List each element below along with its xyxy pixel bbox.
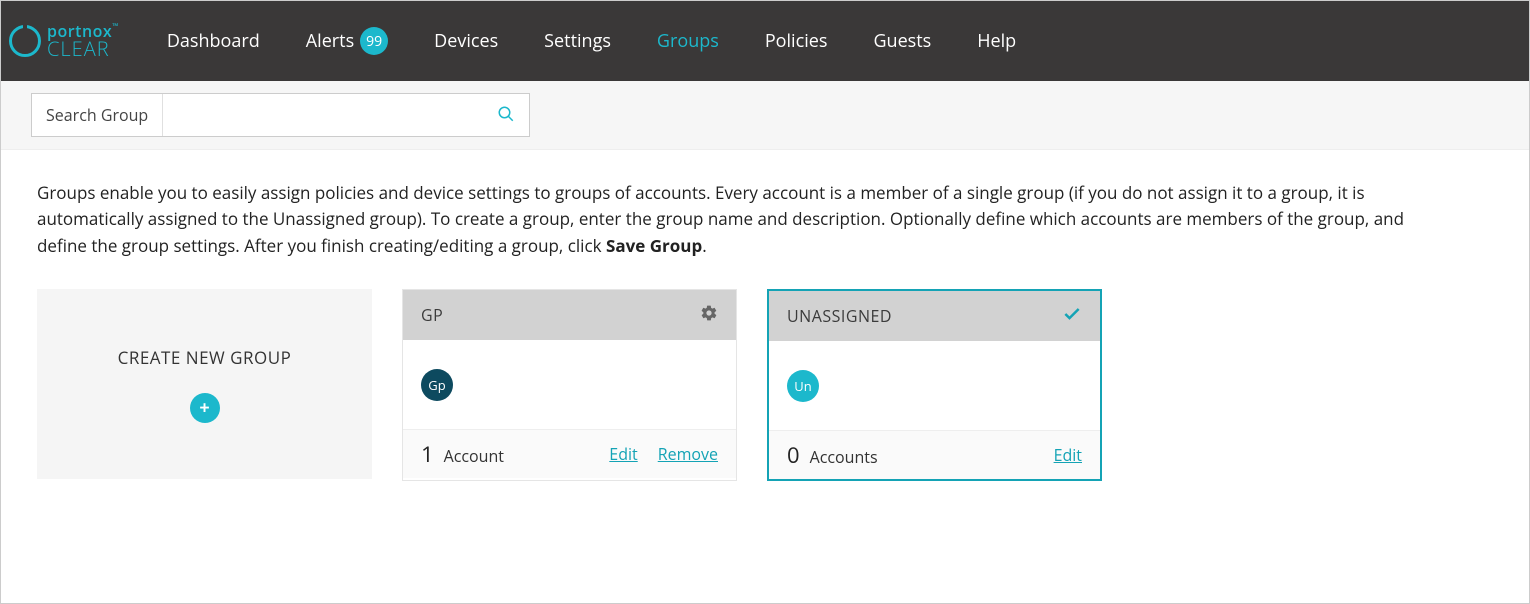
group-gp-count: 1 [421,439,434,469]
brand-logo[interactable]: portnox™ CLEAR [9,23,119,59]
search-icon [497,105,515,123]
group-card-unassigned: UNASSIGNED Un 0 Accounts Edit [767,289,1102,481]
search-bar-area: Search Group [1,81,1529,150]
check-icon [1062,304,1082,329]
group-unassigned-count: 0 [787,440,800,470]
group-gp-count-label: Account [444,445,504,467]
nav-alerts[interactable]: Alerts 99 [306,27,388,55]
desc-bold: Save Group [606,234,702,257]
group-cards-row: CREATE NEW GROUP + GP Gp 1 Account Edit [37,289,1493,481]
search-group-wrap: Search Group [31,93,530,137]
nav-policies[interactable]: Policies [765,29,828,53]
group-gp-count-wrap: 1 Account [421,439,504,469]
create-group-title: CREATE NEW GROUP [118,346,292,369]
group-gp-remove-link[interactable]: Remove [658,443,718,465]
group-gp-footer: 1 Account Edit Remove [403,430,736,478]
nav-items: Dashboard Alerts 99 Devices Settings Gro… [167,27,1016,55]
group-unassigned-links: Edit [1054,444,1082,466]
group-unassigned-edit-link[interactable]: Edit [1054,444,1082,466]
group-gp-body: Gp [403,340,736,430]
nav-guests[interactable]: Guests [873,29,931,53]
group-unassigned-body: Un [769,341,1100,431]
nav-help[interactable]: Help [977,29,1016,53]
nav-groups[interactable]: Groups [657,29,719,53]
group-unassigned-avatar: Un [787,370,819,402]
search-input[interactable] [163,96,483,134]
group-gp-avatar: Gp [421,369,453,401]
create-group-card[interactable]: CREATE NEW GROUP + [37,289,372,479]
main-content: Groups enable you to easily assign polic… [1,150,1529,511]
logo-text: portnox™ CLEAR [47,23,119,59]
desc-part1: Groups enable you to easily assign polic… [37,181,1404,257]
group-gp-links: Edit Remove [609,443,718,465]
group-unassigned-header: UNASSIGNED [769,291,1100,341]
brand-name-2: CLEAR [47,39,119,59]
group-gp-header: GP [403,290,736,340]
group-gp-edit-link[interactable]: Edit [609,443,637,465]
search-label: Search Group [32,94,163,136]
nav-alerts-label: Alerts [306,29,354,53]
group-unassigned-footer: 0 Accounts Edit [769,431,1100,479]
nav-settings[interactable]: Settings [544,29,611,53]
group-unassigned-count-wrap: 0 Accounts [787,440,878,470]
nav-alerts-badge: 99 [360,27,388,55]
logo-icon [9,25,41,57]
group-unassigned-name: UNASSIGNED [787,305,892,327]
nav-devices[interactable]: Devices [434,29,498,53]
plus-icon: + [190,393,220,423]
group-card-gp: GP Gp 1 Account Edit Remove [402,289,737,481]
nav-dashboard[interactable]: Dashboard [167,29,260,53]
group-unassigned-count-label: Accounts [810,446,878,468]
top-nav: portnox™ CLEAR Dashboard Alerts 99 Devic… [1,1,1529,81]
search-button[interactable] [483,97,529,134]
groups-description: Groups enable you to easily assign polic… [37,180,1437,259]
group-gp-name: GP [421,304,443,326]
desc-part2: . [702,234,706,257]
gear-icon[interactable] [700,304,718,327]
